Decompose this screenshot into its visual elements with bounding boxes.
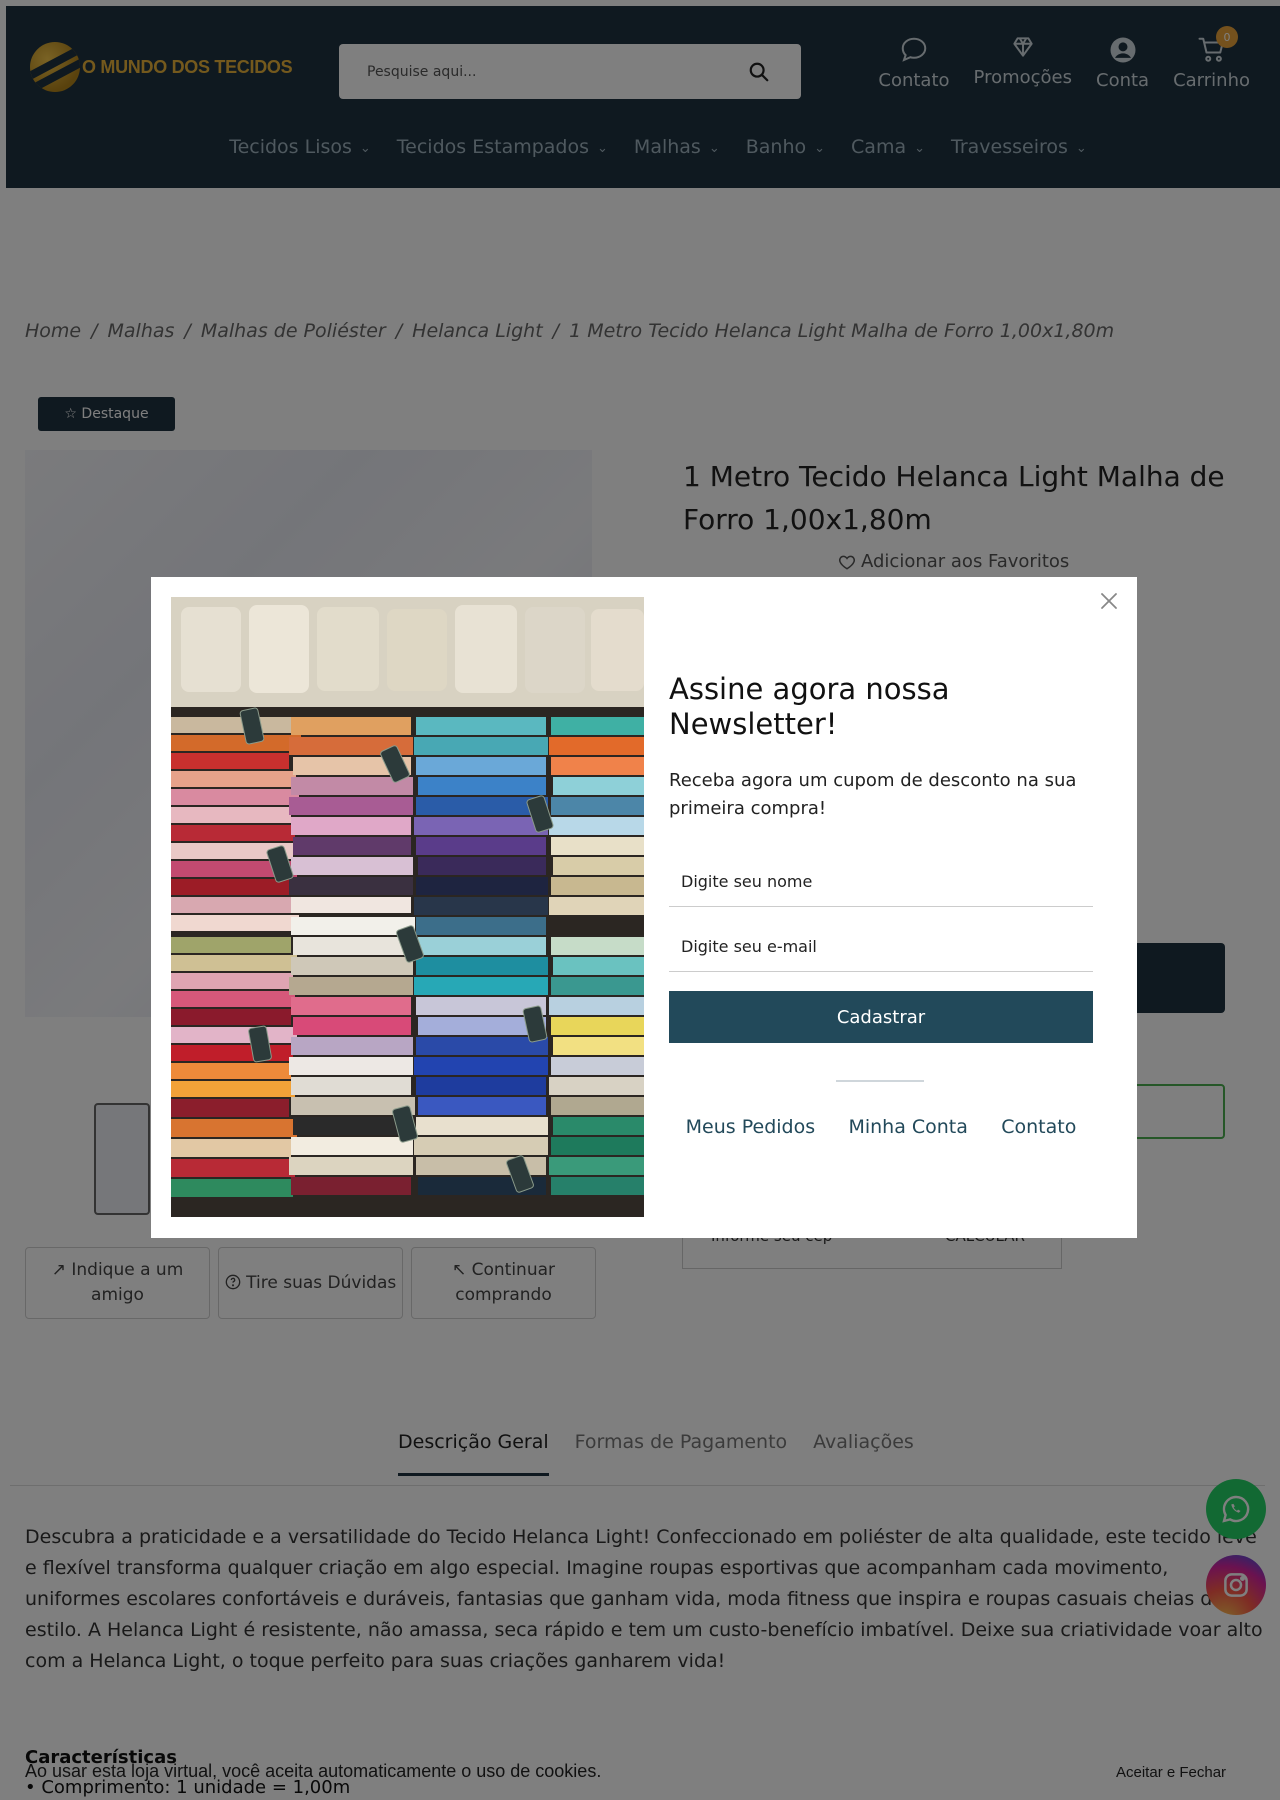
modal-divider: [836, 1080, 924, 1082]
cookie-banner: Ao usar esta loja virtual, você aceita a…: [0, 1755, 1280, 1793]
newsletter-submit-button[interactable]: Cadastrar: [669, 991, 1093, 1043]
newsletter-modal: Assine agora nossa Newsletter! Receba ag…: [151, 577, 1137, 1238]
link-minha-conta[interactable]: Minha Conta: [848, 1116, 967, 1138]
fabric-rolls-image: [171, 597, 644, 1217]
newsletter-email-field[interactable]: [669, 922, 1093, 972]
newsletter-title: Assine agora nossa Newsletter!: [669, 672, 950, 741]
close-icon[interactable]: [1095, 587, 1123, 615]
newsletter-name-field[interactable]: [669, 857, 1093, 907]
cookie-text: Ao usar esta loja virtual, você aceita a…: [25, 1761, 602, 1781]
link-meus-pedidos[interactable]: Meus Pedidos: [686, 1116, 815, 1138]
cookie-accept-button[interactable]: Aceitar e Fechar: [1116, 1764, 1226, 1781]
fabric-shelves-illustration: [171, 597, 644, 1217]
link-contato[interactable]: Contato: [1001, 1116, 1076, 1138]
newsletter-subtitle: Receba agora um cupom de desconto na sua…: [669, 770, 1077, 819]
newsletter-links: Meus Pedidos Minha Conta Contato: [669, 1116, 1093, 1138]
